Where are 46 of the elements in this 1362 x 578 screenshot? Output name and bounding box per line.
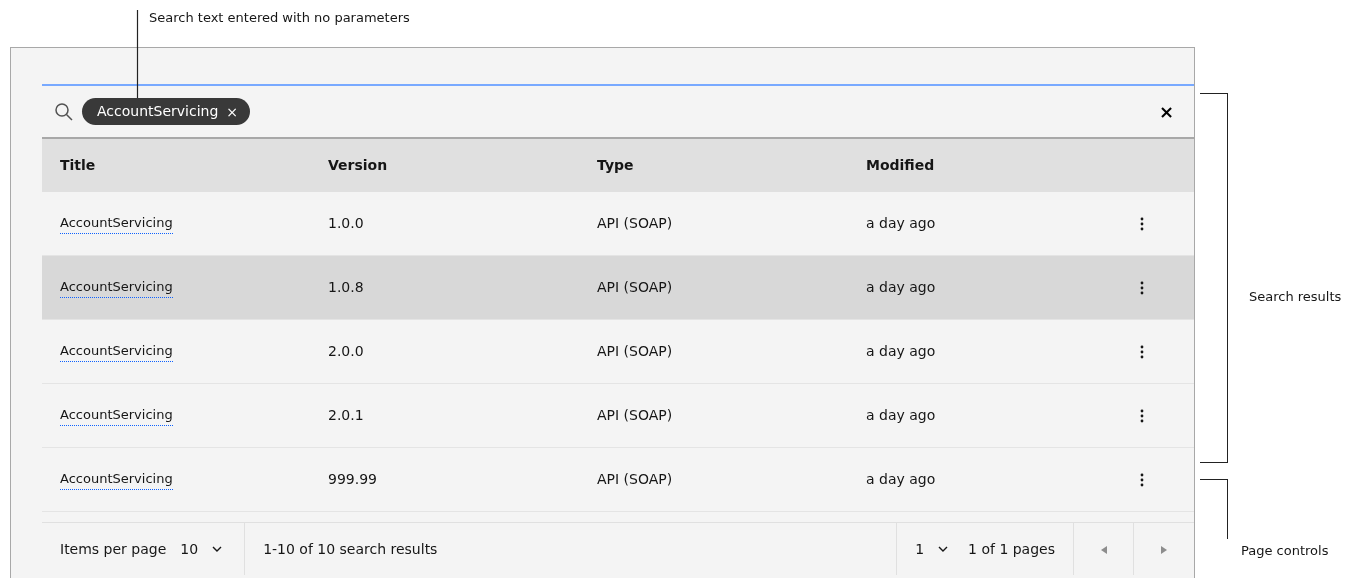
page-count: 1 of 1 pages: [968, 539, 1055, 559]
search-icon: [54, 101, 74, 122]
items-per-page-label: Items per page: [60, 539, 167, 559]
chevron-icon: [938, 546, 949, 552]
overflow-menu-icon: [1140, 217, 1144, 231]
table-cell-text: API (SOAP): [597, 214, 674, 233]
title-link[interactable]: AccountServicing: [60, 213, 173, 234]
remove-tag-button[interactable]: ×: [226, 104, 239, 119]
overflow-menu-icon: [1140, 281, 1144, 295]
table-cell-text: API (SOAP): [597, 342, 674, 361]
overflow-menu-icon: [1140, 473, 1144, 487]
table-cell-text: API (SOAP): [597, 470, 674, 489]
column-header: Modified: [866, 156, 936, 175]
chevron-icon: [212, 546, 223, 552]
title-link[interactable]: AccountServicing: [60, 469, 173, 490]
title-link[interactable]: AccountServicing: [60, 341, 173, 362]
column-header: Version: [328, 156, 389, 175]
table-cell-text: a day ago: [866, 278, 937, 297]
table-cell-text: 1.0.8: [328, 278, 365, 297]
table-cell-text: a day ago: [866, 342, 937, 361]
caret-left-icon: [1100, 545, 1107, 554]
column-header: Title: [60, 156, 97, 175]
tag-label: AccountServicing: [97, 102, 219, 121]
table-cell-text: 1.0.0: [328, 214, 365, 233]
page-select[interactable]: 1: [915, 538, 953, 560]
annotation-text: Search text entered with no parameters: [148, 9, 411, 27]
bracket: [1200, 479, 1228, 539]
overflow-menu-icon: [1140, 409, 1144, 423]
table-cell-text: 2.0.0: [328, 342, 365, 361]
annotation-text: Search results: [1249, 288, 1342, 306]
table-cell-text: a day ago: [866, 406, 937, 425]
overflow-menu-icon: [1140, 345, 1144, 359]
title-link[interactable]: AccountServicing: [60, 405, 173, 426]
annotation-text: Page controls: [1241, 542, 1329, 560]
table-cell-text: 999.99: [328, 470, 378, 489]
clear-search-button[interactable]: ×: [1152, 98, 1180, 125]
table-cell-text: 2.0.1: [328, 406, 365, 425]
caret-right-icon: [1161, 545, 1167, 554]
column-header: Type: [597, 156, 635, 175]
items-per-page-select[interactable]: 10: [166, 538, 227, 560]
results-range: 1-10 of 10 search results: [263, 539, 438, 559]
table-cell-text: API (SOAP): [597, 278, 674, 297]
title-link[interactable]: AccountServicing: [60, 277, 173, 298]
table-cell-text: API (SOAP): [597, 406, 674, 425]
table-cell-text: a day ago: [866, 470, 937, 489]
table-cell-text: a day ago: [866, 214, 937, 233]
